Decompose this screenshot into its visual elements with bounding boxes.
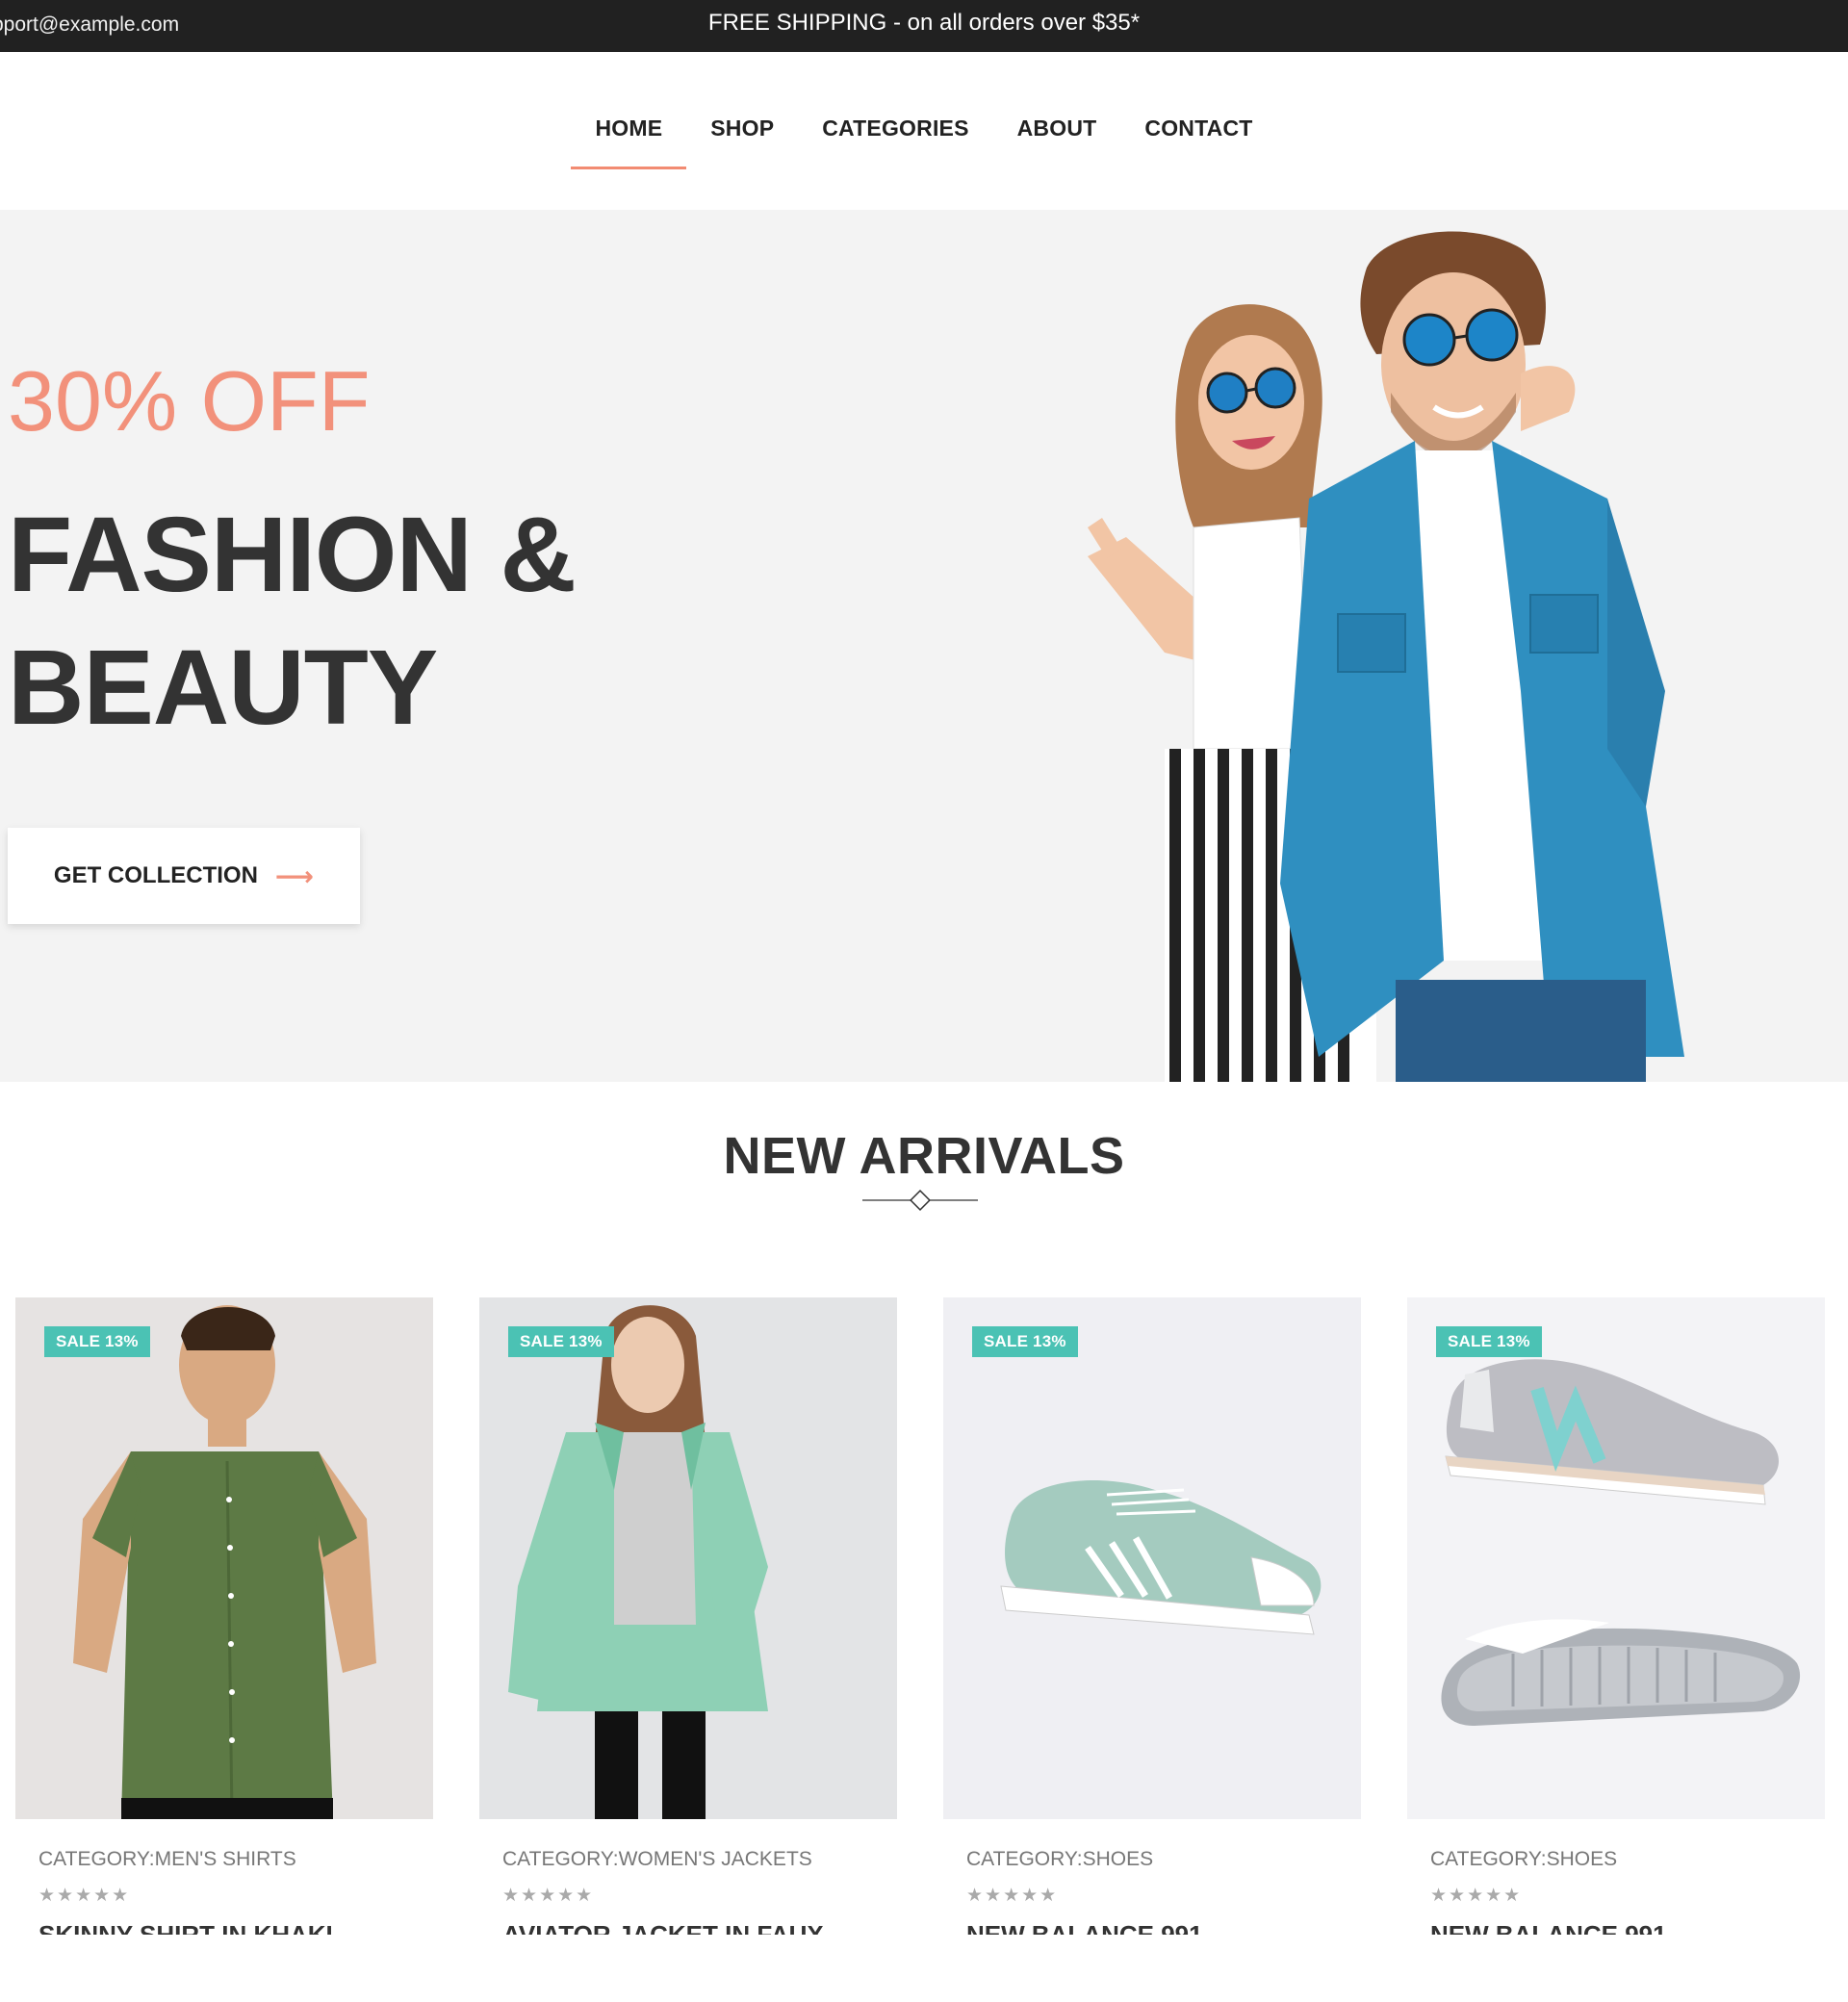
rating-stars-icon: ★★★★★ — [1430, 1886, 1523, 1906]
free-shipping-banner: FREE SHIPPING - on all orders over $35* — [707, 10, 1141, 36]
product-name[interactable]: NEW BALANCE 991 — [966, 1921, 1203, 1935]
sale-badge: SALE 13% — [44, 1326, 150, 1357]
main-navigation: HOME SHOP CATEGORIES ABOUT CONTACT — [0, 52, 1848, 210]
product-image[interactable]: SALE 13% — [479, 1297, 897, 1819]
section-divider-icon — [862, 1190, 978, 1211]
product-category[interactable]: CATEGORY:SHOES — [966, 1848, 1153, 1871]
get-collection-button[interactable]: GET COLLECTION ⟶ — [8, 828, 360, 924]
nav-item-shop[interactable]: SHOP — [686, 116, 798, 169]
sale-badge: SALE 13% — [972, 1326, 1078, 1357]
new-arrivals-title: NEW ARRIVALS — [723, 1127, 1125, 1185]
hero-couple-image — [1088, 231, 1684, 1082]
sale-badge: SALE 13% — [1436, 1326, 1542, 1357]
hero-title-line-2: BEAUTY — [8, 629, 438, 747]
product-image[interactable]: SALE 13% — [1407, 1297, 1825, 1819]
hero-banner: 30% OFF FASHION & BEAUTY GET COLLECTION … — [0, 210, 1848, 1082]
product-category[interactable]: CATEGORY:SHOES — [1430, 1848, 1617, 1871]
rating-stars-icon: ★★★★★ — [966, 1886, 1059, 1906]
product-image[interactable]: SALE 13% — [943, 1297, 1361, 1819]
arrow-right-icon: ⟶ — [274, 860, 315, 891]
product-category[interactable]: CATEGORY:MEN'S SHIRTS — [38, 1848, 296, 1871]
hero-title-line-1: FASHION & — [8, 496, 577, 614]
nav-item-home[interactable]: HOME — [571, 116, 687, 169]
hero-discount: 30% OFF — [8, 353, 371, 449]
product-card[interactable]: SALE 13% CATEGORY:WOMEN'S JACKETS ★★★★★ … — [479, 1297, 897, 1990]
product-card[interactable]: SALE 13% CATEGORY:SHOES ★★★★★ NEW BALANC… — [943, 1297, 1361, 1990]
product-card[interactable]: SALE 13% CATEGORY:SHOES ★★★★★ NEW BALANC… — [1407, 1297, 1825, 1990]
product-card[interactable]: SALE 13% CATEGORY:MEN'S SHIRTS ★★★★★ SKI… — [15, 1297, 433, 1990]
product-name[interactable]: NEW BALANCE 991 — [1430, 1921, 1667, 1935]
nav-item-contact[interactable]: CONTACT — [1120, 116, 1276, 169]
nav-item-about[interactable]: ABOUT — [993, 116, 1121, 169]
product-name[interactable]: SKINNY SHIRT IN KHAKI — [38, 1921, 333, 1935]
product-image[interactable]: SALE 13% — [15, 1297, 433, 1819]
nav-item-categories[interactable]: CATEGORIES — [798, 116, 992, 169]
rating-stars-icon: ★★★★★ — [38, 1886, 131, 1906]
hero-title: FASHION & BEAUTY — [8, 489, 577, 755]
product-category[interactable]: CATEGORY:WOMEN'S JACKETS — [502, 1848, 812, 1871]
top-bar: pport@example.com FREE SHIPPING - on all… — [0, 0, 1848, 52]
sale-badge: SALE 13% — [508, 1326, 614, 1357]
get-collection-label: GET COLLECTION — [53, 862, 258, 888]
rating-stars-icon: ★★★★★ — [502, 1886, 595, 1906]
product-name[interactable]: AVIATOR JACKET IN FAUX — [502, 1921, 824, 1935]
